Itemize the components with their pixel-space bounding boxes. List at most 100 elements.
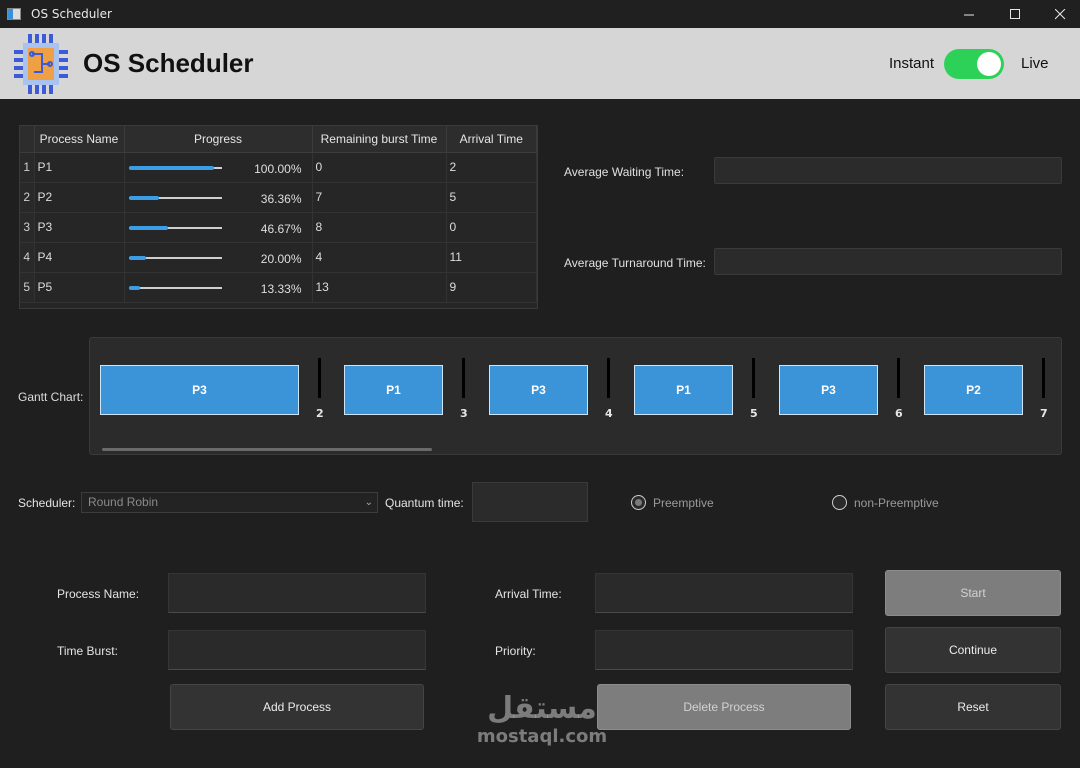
cell-remaining-burst[interactable]: 0 [312,152,447,183]
gantt-tick [318,358,321,398]
cell-remaining-burst[interactable]: 4 [312,242,447,273]
arrival-time-label: Arrival Time: [495,587,562,601]
chevron-down-icon: ⌄ [364,497,373,508]
cell-remaining-burst[interactable]: 13 [312,272,447,303]
table-header-row: Process Name Progress Remaining burst Ti… [20,126,537,153]
process-table[interactable]: Process Name Progress Remaining burst Ti… [19,125,538,309]
process-name-input[interactable] [168,573,426,613]
quantum-time-label: Quantum time: [385,496,464,510]
priority-input[interactable] [595,630,853,670]
row-number-header [20,126,35,153]
gantt-block: P3 [100,365,299,415]
cell-progress: 46.67% [124,212,313,243]
scheduler-selected-value: Round Robin [88,495,159,509]
row-number: 2 [20,182,35,213]
progress-fill [128,195,160,200]
window-titlebar: OS Scheduler [0,0,1080,28]
maximize-icon[interactable] [992,0,1038,28]
quantum-time-input[interactable] [472,482,588,522]
row-number: 5 [20,272,35,303]
progress-percent: 36.36% [260,191,302,206]
cell-process-name[interactable]: P1 [34,152,125,183]
progress-bar [128,225,222,230]
table-row[interactable]: 3 P3 46.67% 8 0 [20,212,537,243]
average-waiting-field[interactable] [714,157,1062,184]
live-toggle[interactable] [944,49,1004,79]
progress-bar [128,165,222,170]
gantt-tick [1042,358,1045,398]
cell-remaining-burst[interactable]: 7 [312,182,447,213]
table-row[interactable]: 4 P4 20.00% 4 11 [20,242,537,273]
average-turnaround-field[interactable] [714,248,1062,275]
gantt-time-label: 2 [316,407,324,420]
preemptive-radio[interactable] [631,495,646,510]
gantt-block: P3 [489,365,588,415]
arrival-time-input[interactable] [595,573,853,613]
app-icon [7,8,21,20]
watermark: مستقل mostaql.com [472,692,612,748]
cell-progress: 13.33% [124,272,313,303]
row-number: 3 [20,212,35,243]
progress-fill [128,285,140,290]
gantt-time-label: 3 [460,407,468,420]
priority-label: Priority: [495,644,536,658]
gantt-time-label: 7 [1040,407,1048,420]
close-icon[interactable] [1037,0,1080,28]
gantt-block: P3 [779,365,878,415]
delete-process-button[interactable]: Delete Process [597,684,851,730]
column-header-process-name[interactable]: Process Name [34,126,125,153]
column-header-arrival-time[interactable]: Arrival Time [446,126,537,153]
scheduler-select[interactable]: Round Robin ⌄ [81,492,378,513]
gantt-scrollbar[interactable] [102,448,432,451]
cell-process-name[interactable]: P3 [34,212,125,243]
average-waiting-label: Average Waiting Time: [564,165,685,179]
gantt-tick [897,358,900,398]
scheduler-label: Scheduler: [18,496,76,510]
cell-progress: 36.36% [124,182,313,213]
row-number: 1 [20,152,35,183]
gantt-chart[interactable]: P3 2 P1 3 P3 4 P1 5 P3 6 P2 7 [89,337,1062,455]
time-burst-input[interactable] [168,630,426,670]
start-button[interactable]: Start [885,570,1061,616]
cell-progress: 100.00% [124,152,313,183]
column-header-remaining-burst[interactable]: Remaining burst Time [312,126,447,153]
window-title: OS Scheduler [31,7,112,21]
cell-process-name[interactable]: P4 [34,242,125,273]
non-preemptive-radio[interactable] [832,495,847,510]
process-name-label: Process Name: [57,587,140,601]
progress-fill [128,255,146,260]
cell-arrival-time[interactable]: 2 [446,152,537,183]
average-turnaround-label: Average Turnaround Time: [564,256,706,270]
progress-bar [128,255,222,260]
cell-arrival-time[interactable]: 9 [446,272,537,303]
reset-button[interactable]: Reset [885,684,1061,730]
add-process-button[interactable]: Add Process [170,684,424,730]
table-row[interactable]: 1 P1 100.00% 0 2 [20,152,537,183]
progress-fill [128,225,169,230]
column-header-progress[interactable]: Progress [124,126,313,153]
row-number: 4 [20,242,35,273]
app-title: OS Scheduler [83,48,254,78]
cell-arrival-time[interactable]: 11 [446,242,537,273]
table-row[interactable]: 2 P2 36.36% 7 5 [20,182,537,213]
cell-process-name[interactable]: P5 [34,272,125,303]
progress-percent: 20.00% [260,251,302,266]
table-row[interactable]: 5 P5 13.33% 13 9 [20,272,537,303]
live-label: Live [1021,55,1049,72]
continue-button[interactable]: Continue [885,627,1061,673]
non-preemptive-label: non-Preemptive [854,496,939,510]
cpu-chip-icon [14,34,68,94]
instant-label: Instant [889,55,935,72]
minimize-icon[interactable] [946,0,992,28]
cell-process-name[interactable]: P2 [34,182,125,213]
gantt-tick [607,358,610,398]
gantt-chart-label: Gantt Chart: [18,390,84,404]
gantt-tick [752,358,755,398]
toggle-knob[interactable] [977,52,1001,76]
gantt-time-label: 4 [605,407,613,420]
cell-arrival-time[interactable]: 5 [446,182,537,213]
time-burst-label: Time Burst: [57,644,118,658]
cell-remaining-burst[interactable]: 8 [312,212,447,243]
cell-arrival-time[interactable]: 0 [446,212,537,243]
gantt-tick [462,358,465,398]
